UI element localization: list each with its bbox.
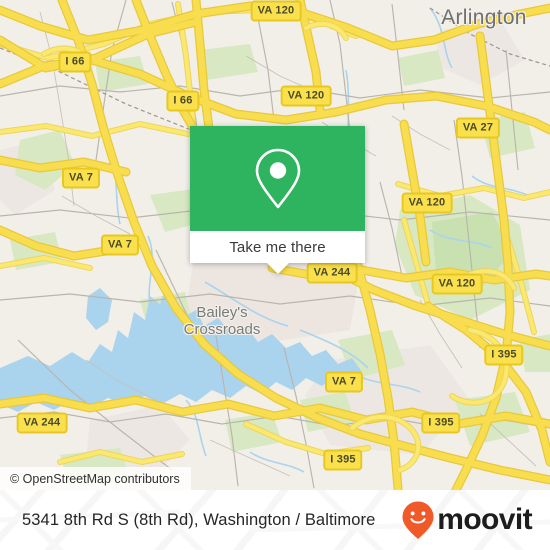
highway-shield: VA 244: [16, 412, 68, 434]
highway-shield: VA 244: [306, 262, 358, 284]
highway-shield: I 395: [421, 412, 461, 434]
highway-shield: VA 27: [455, 117, 501, 139]
take-me-there-label: Take me there: [229, 238, 326, 256]
address-label: 5341 8th Rd S (8th Rd), Washington / Bal…: [22, 510, 376, 529]
highway-shield: VA 7: [61, 167, 101, 189]
highway-shield: VA 120: [250, 0, 302, 22]
highway-shield: VA 120: [431, 273, 483, 295]
footer-bar: 5341 8th Rd S (8th Rd), Washington / Bal…: [0, 490, 550, 550]
moovit-wordmark: moovit: [437, 503, 532, 536]
highway-shield: I 66: [58, 51, 92, 73]
moovit-map-screen: .wtr { fill:#aad3ee; } .stream { fill:no…: [0, 0, 550, 550]
map-canvas[interactable]: .wtr { fill:#aad3ee; } .stream { fill:no…: [0, 0, 550, 490]
popup-tail-arrow: [266, 263, 289, 274]
highway-shield: VA 120: [280, 85, 332, 107]
highway-shield: VA 7: [324, 371, 364, 393]
osm-attribution[interactable]: © OpenStreetMap contributors: [0, 467, 191, 490]
footer-content: 5341 8th Rd S (8th Rd), Washington / Bal…: [0, 490, 550, 550]
map-location-popup[interactable]: Take me there: [190, 126, 365, 274]
highway-shield: I 395: [484, 344, 524, 366]
highway-shield: I 66: [166, 90, 200, 112]
popup-action-bar[interactable]: Take me there: [190, 231, 365, 274]
highway-shield: VA 120: [401, 192, 453, 214]
moovit-logo[interactable]: moovit: [401, 500, 533, 540]
osm-attribution-text: © OpenStreetMap contributors: [10, 471, 180, 486]
moovit-smiley-pin-icon: [402, 501, 434, 539]
popup-header: [190, 126, 365, 231]
highway-shield: VA 7: [100, 234, 140, 256]
highway-shield: I 395: [323, 449, 363, 471]
map-pin-icon: [255, 148, 300, 208]
